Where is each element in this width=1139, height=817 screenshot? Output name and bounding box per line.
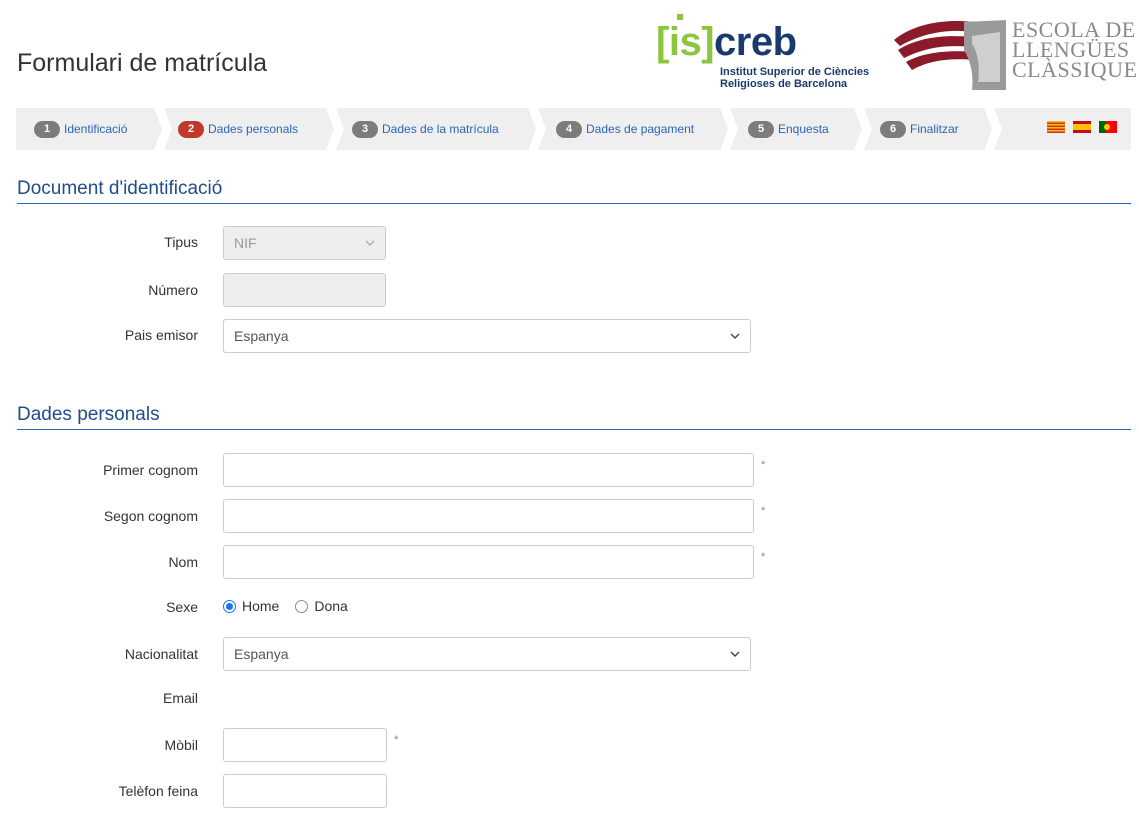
nacionalitat-value: Espanya — [234, 646, 289, 662]
step-label: Finalitzar — [910, 122, 959, 136]
step-finalitzar[interactable]: 6 Finalitzar — [880, 119, 959, 139]
tipus-select[interactable]: NIF — [223, 226, 386, 260]
step-dades-pagament[interactable]: 4 Dades de pagament — [556, 119, 694, 139]
step-label: Enquesta — [778, 122, 829, 136]
step-label: Dades de la matrícula — [382, 122, 499, 136]
step-label: Dades de pagament — [586, 122, 695, 136]
step-number-badge: 3 — [352, 120, 378, 138]
winged-helmet-icon — [894, 20, 1006, 90]
mobil-label: Mòbil — [164, 737, 198, 753]
chevron-down-icon — [730, 651, 740, 657]
required-mark: * — [761, 459, 766, 471]
step-label: Identificació — [64, 122, 128, 136]
nacionalitat-select[interactable]: Espanya — [223, 637, 751, 671]
required-mark: * — [761, 551, 766, 563]
segon-cognom-label: Segon cognom — [103, 508, 198, 524]
iscreb-logo-mark: [is]creb — [656, 20, 797, 64]
step-number-badge: 6 — [880, 120, 906, 138]
step-dades-personals[interactable]: 2 Dades personals — [178, 119, 298, 139]
step-identificacio[interactable]: 1 Identificació — [34, 119, 127, 139]
step-separator-icon — [528, 108, 546, 150]
section-title-dades-personals: Dades personals — [17, 404, 160, 425]
sexe-dona-radio[interactable] — [295, 599, 309, 613]
numero-label: Número — [148, 282, 198, 298]
numero-input[interactable] — [223, 273, 386, 307]
iscreb-logo: [is]creb Institut Superior de Ciències R… — [656, 12, 886, 94]
sexe-dona-label[interactable]: Dona — [314, 598, 347, 614]
telefon-feina-input[interactable] — [223, 774, 387, 808]
tipus-value: NIF — [234, 235, 257, 251]
required-mark: * — [394, 734, 399, 746]
escola-llengues-text: ESCOLA DE LLENGÜES CLÀSSIQUES — [1012, 17, 1139, 82]
step-dades-matricula[interactable]: 3 Dades de la matrícula — [352, 119, 499, 139]
step-separator-icon — [326, 108, 344, 150]
sexe-home-label[interactable]: Home — [242, 598, 279, 614]
segon-cognom-input[interactable] — [223, 499, 754, 533]
flag-spain-icon[interactable] — [1073, 121, 1091, 133]
nacionalitat-label: Nacionalitat — [124, 646, 198, 662]
mobil-input[interactable] — [223, 728, 387, 762]
chevron-down-icon — [365, 240, 375, 246]
pais-emisor-select[interactable]: Espanya — [223, 319, 751, 353]
telefon-feina-label: Telèfon feina — [118, 783, 198, 799]
iscreb-logo-subtitle: Institut Superior de Ciències Religioses… — [720, 66, 870, 90]
escola-llengues-logo: ESCOLA DE LLENGÜES CLÀSSIQUES — [888, 12, 1139, 92]
page-title: Formulari de matrícula — [17, 49, 268, 77]
step-number-badge: 2 — [178, 120, 204, 138]
sexe-radio-group: Home Dona — [223, 598, 348, 614]
sexe-home-radio[interactable] — [223, 599, 236, 613]
required-mark: * — [761, 505, 766, 517]
section-divider — [17, 429, 1131, 430]
step-number-badge: 1 — [34, 120, 60, 138]
chevron-down-icon — [730, 333, 740, 339]
nom-label: Nom — [168, 554, 198, 570]
pais-emisor-value: Espanya — [234, 328, 289, 344]
step-number-badge: 4 — [556, 120, 582, 138]
section-divider — [17, 203, 1131, 204]
step-number-badge: 5 — [748, 120, 774, 138]
step-separator-icon — [854, 108, 872, 150]
section-title-document: Document d'identificació — [17, 178, 223, 199]
sexe-label: Sexe — [166, 599, 198, 615]
pais-emisor-label: Pais emisor — [124, 327, 198, 343]
primer-cognom-label: Primer cognom — [103, 462, 198, 478]
nom-input[interactable] — [223, 545, 754, 579]
language-switcher — [1047, 121, 1117, 133]
primer-cognom-input[interactable] — [223, 453, 754, 487]
step-separator-icon — [984, 108, 1002, 150]
step-separator-icon — [720, 108, 738, 150]
email-label: Email — [162, 690, 198, 706]
tipus-label: Tipus — [164, 234, 198, 250]
step-label: Dades personals — [208, 122, 299, 136]
steps-bar: 1 Identificació 2 Dades personals 3 Dades d… — [16, 108, 1131, 150]
flag-catalan-icon[interactable] — [1047, 121, 1065, 133]
step-separator-icon — [154, 108, 172, 150]
flag-portugal-icon[interactable] — [1099, 121, 1117, 133]
step-enquesta[interactable]: 5 Enquesta — [748, 119, 829, 139]
